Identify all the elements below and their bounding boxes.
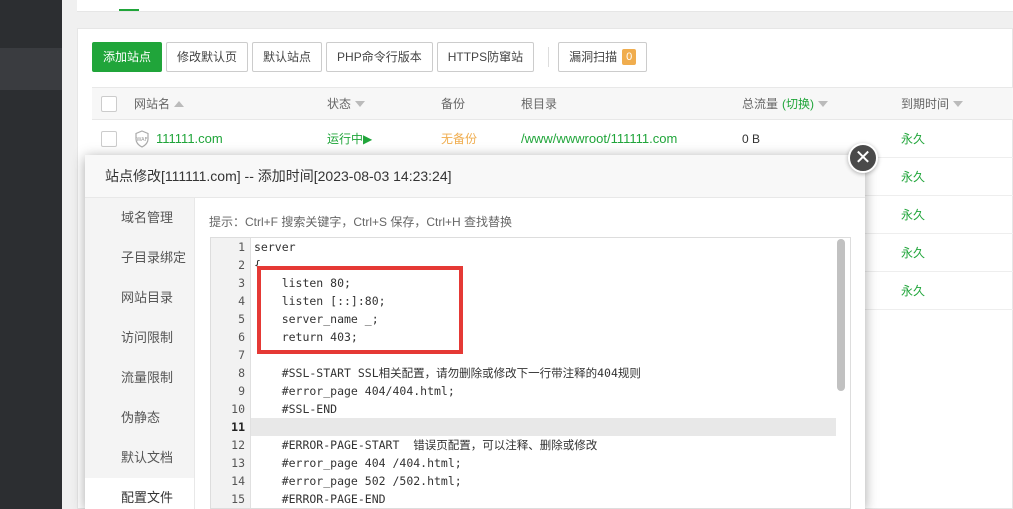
modal-title: 站点修改[111111.com] -- 添加时间[2023-08-03 14:2… — [85, 155, 865, 198]
select-all-checkbox[interactable] — [101, 88, 117, 119]
highlight-annotation-box — [257, 266, 463, 354]
nav-subdirectory-binding[interactable]: 子目录绑定 — [85, 238, 194, 278]
code-line[interactable]: 15 #ERROR-PAGE-END — [211, 490, 850, 508]
line-number: 9 — [238, 384, 245, 398]
sort-down-icon — [818, 100, 829, 107]
line-text: #ERROR-PAGE-END — [254, 492, 386, 506]
line-number: 10 — [231, 402, 245, 416]
sidebar-active-band — [0, 48, 62, 90]
line-number: 1 — [238, 240, 245, 254]
modal-nav: 域名管理 子目录绑定 网站目录 访问限制 流量限制 伪静态 默认文档 配置文件 — [85, 198, 195, 509]
status-header-label: 状态 — [327, 97, 352, 111]
site-expire[interactable]: 永久 — [901, 272, 925, 309]
editor-scrollbar[interactable] — [837, 239, 845, 391]
line-number: 5 — [238, 312, 245, 326]
active-tab-indicator — [119, 9, 139, 11]
add-site-button[interactable]: 添加站点 — [92, 42, 163, 72]
code-line[interactable]: 11 — [211, 418, 850, 436]
svg-text:WAF: WAF — [137, 137, 148, 143]
https-firewall-button[interactable]: HTTPS防窜站 — [436, 42, 535, 72]
line-number: 3 — [238, 276, 245, 290]
toolbar-divider — [548, 47, 550, 67]
traffic-header[interactable]: 总流量 (切换) — [742, 88, 829, 119]
line-number: 11 — [231, 420, 245, 434]
line-text: #error_page 404/404.html; — [254, 384, 455, 398]
site-edit-modal: 站点修改[111111.com] -- 添加时间[2023-08-03 14:2… — [85, 155, 865, 509]
config-editor[interactable]: 1 server 2{3 listen 80; 4 listen [::]:80; 5 … — [210, 237, 851, 509]
nav-site-directory[interactable]: 网站目录 — [85, 278, 194, 318]
site-name-header[interactable]: 网站名 — [134, 88, 185, 119]
status-header[interactable]: 状态 — [327, 88, 366, 119]
nav-rewrite[interactable]: 伪静态 — [85, 398, 194, 438]
line-text: #ERROR-PAGE-START 错误页配置，可以注释、删除或修改 — [254, 438, 598, 452]
line-text: server — [254, 240, 296, 254]
top-panel — [77, 0, 1013, 12]
nav-config-file[interactable]: 配置文件 — [85, 478, 194, 509]
expire-header-label: 到期时间 — [901, 97, 950, 111]
line-text: #error_page 404 /404.html; — [254, 456, 462, 470]
line-number: 8 — [238, 366, 245, 380]
line-number: 2 — [238, 258, 245, 272]
nav-default-document[interactable]: 默认文档 — [85, 438, 194, 478]
traffic-header-label: 总流量 — [742, 97, 779, 111]
vuln-scan-label: 漏洞扫描 — [569, 50, 618, 64]
line-number: 13 — [231, 456, 245, 470]
line-number: 7 — [238, 348, 245, 362]
line-text: #SSL-END — [254, 402, 338, 416]
site-toolbar: 添加站点 修改默认页 默认站点 PHP命令行版本 HTTPS防窜站 漏洞扫描 0 — [92, 42, 651, 72]
expire-header[interactable]: 到期时间 — [901, 88, 964, 119]
line-text: #SSL-START SSL相关配置，请勿删除或修改下一行带注释的404规则 — [254, 366, 641, 380]
nav-domain-management[interactable]: 域名管理 — [85, 198, 194, 238]
site-backup[interactable]: 无备份 — [441, 120, 477, 157]
default-site-button[interactable]: 默认站点 — [252, 42, 323, 72]
edit-default-page-button[interactable]: 修改默认页 — [166, 42, 249, 72]
line-number: 15 — [231, 492, 245, 506]
line-number: 6 — [238, 330, 245, 344]
site-expire[interactable]: 永久 — [901, 196, 925, 233]
site-expire[interactable]: 永久 — [901, 234, 925, 271]
site-expire[interactable]: 永久 — [901, 120, 925, 157]
code-line[interactable]: 1 server — [211, 238, 850, 256]
sort-up-icon — [174, 100, 185, 107]
left-sidebar — [0, 0, 62, 509]
code-line[interactable]: 9 #error_page 404/404.html; — [211, 382, 850, 400]
root-dir-header: 根目录 — [521, 97, 558, 111]
line-number: 14 — [231, 474, 245, 488]
php-cli-version-button[interactable]: PHP命令行版本 — [326, 42, 433, 72]
code-line[interactable]: 12 #ERROR-PAGE-START 错误页配置，可以注释、删除或修改 — [211, 436, 850, 454]
code-line[interactable]: 8 #SSL-START SSL相关配置，请勿删除或修改下一行带注释的404规则 — [211, 364, 850, 382]
modal-close-button[interactable]: ✕ — [848, 143, 878, 173]
code-line[interactable]: 13 #error_page 404 /404.html; — [211, 454, 850, 472]
line-number: 12 — [231, 438, 245, 452]
sort-down-icon — [355, 100, 366, 107]
nav-access-restriction[interactable]: 访问限制 — [85, 318, 194, 358]
site-name-header-label: 网站名 — [134, 97, 171, 111]
line-text: #error_page 502 /502.html; — [254, 474, 462, 488]
nav-traffic-limit[interactable]: 流量限制 — [85, 358, 194, 398]
row-checkbox[interactable] — [101, 120, 117, 157]
sort-down-icon — [953, 100, 964, 107]
vuln-scan-button[interactable]: 漏洞扫描 0 — [558, 42, 648, 72]
site-traffic: 0 B — [742, 131, 761, 146]
line-number: 4 — [238, 294, 245, 308]
site-status[interactable]: 运行中▶ — [327, 120, 372, 157]
site-root-link[interactable]: /www/wwwroot/111111.com — [521, 120, 677, 157]
site-name-link[interactable]: 111111.com — [156, 120, 223, 157]
code-line[interactable]: 14 #error_page 502 /502.html; — [211, 472, 850, 490]
code-line[interactable]: 10 #SSL-END — [211, 400, 850, 418]
traffic-switch-link[interactable]: (切换) — [782, 95, 814, 112]
editor-hint: 提示：Ctrl+F 搜索关键字，Ctrl+S 保存，Ctrl+H 查找替换 — [209, 215, 513, 229]
waf-shield-icon: WAF — [134, 120, 150, 157]
vuln-count-badge: 0 — [622, 49, 637, 65]
backup-header: 备份 — [441, 97, 466, 111]
site-table-header: 网站名 状态 备份 根目录 总流量 (切换) 到期时间 — [92, 87, 1013, 120]
site-expire[interactable]: 永久 — [901, 158, 925, 195]
